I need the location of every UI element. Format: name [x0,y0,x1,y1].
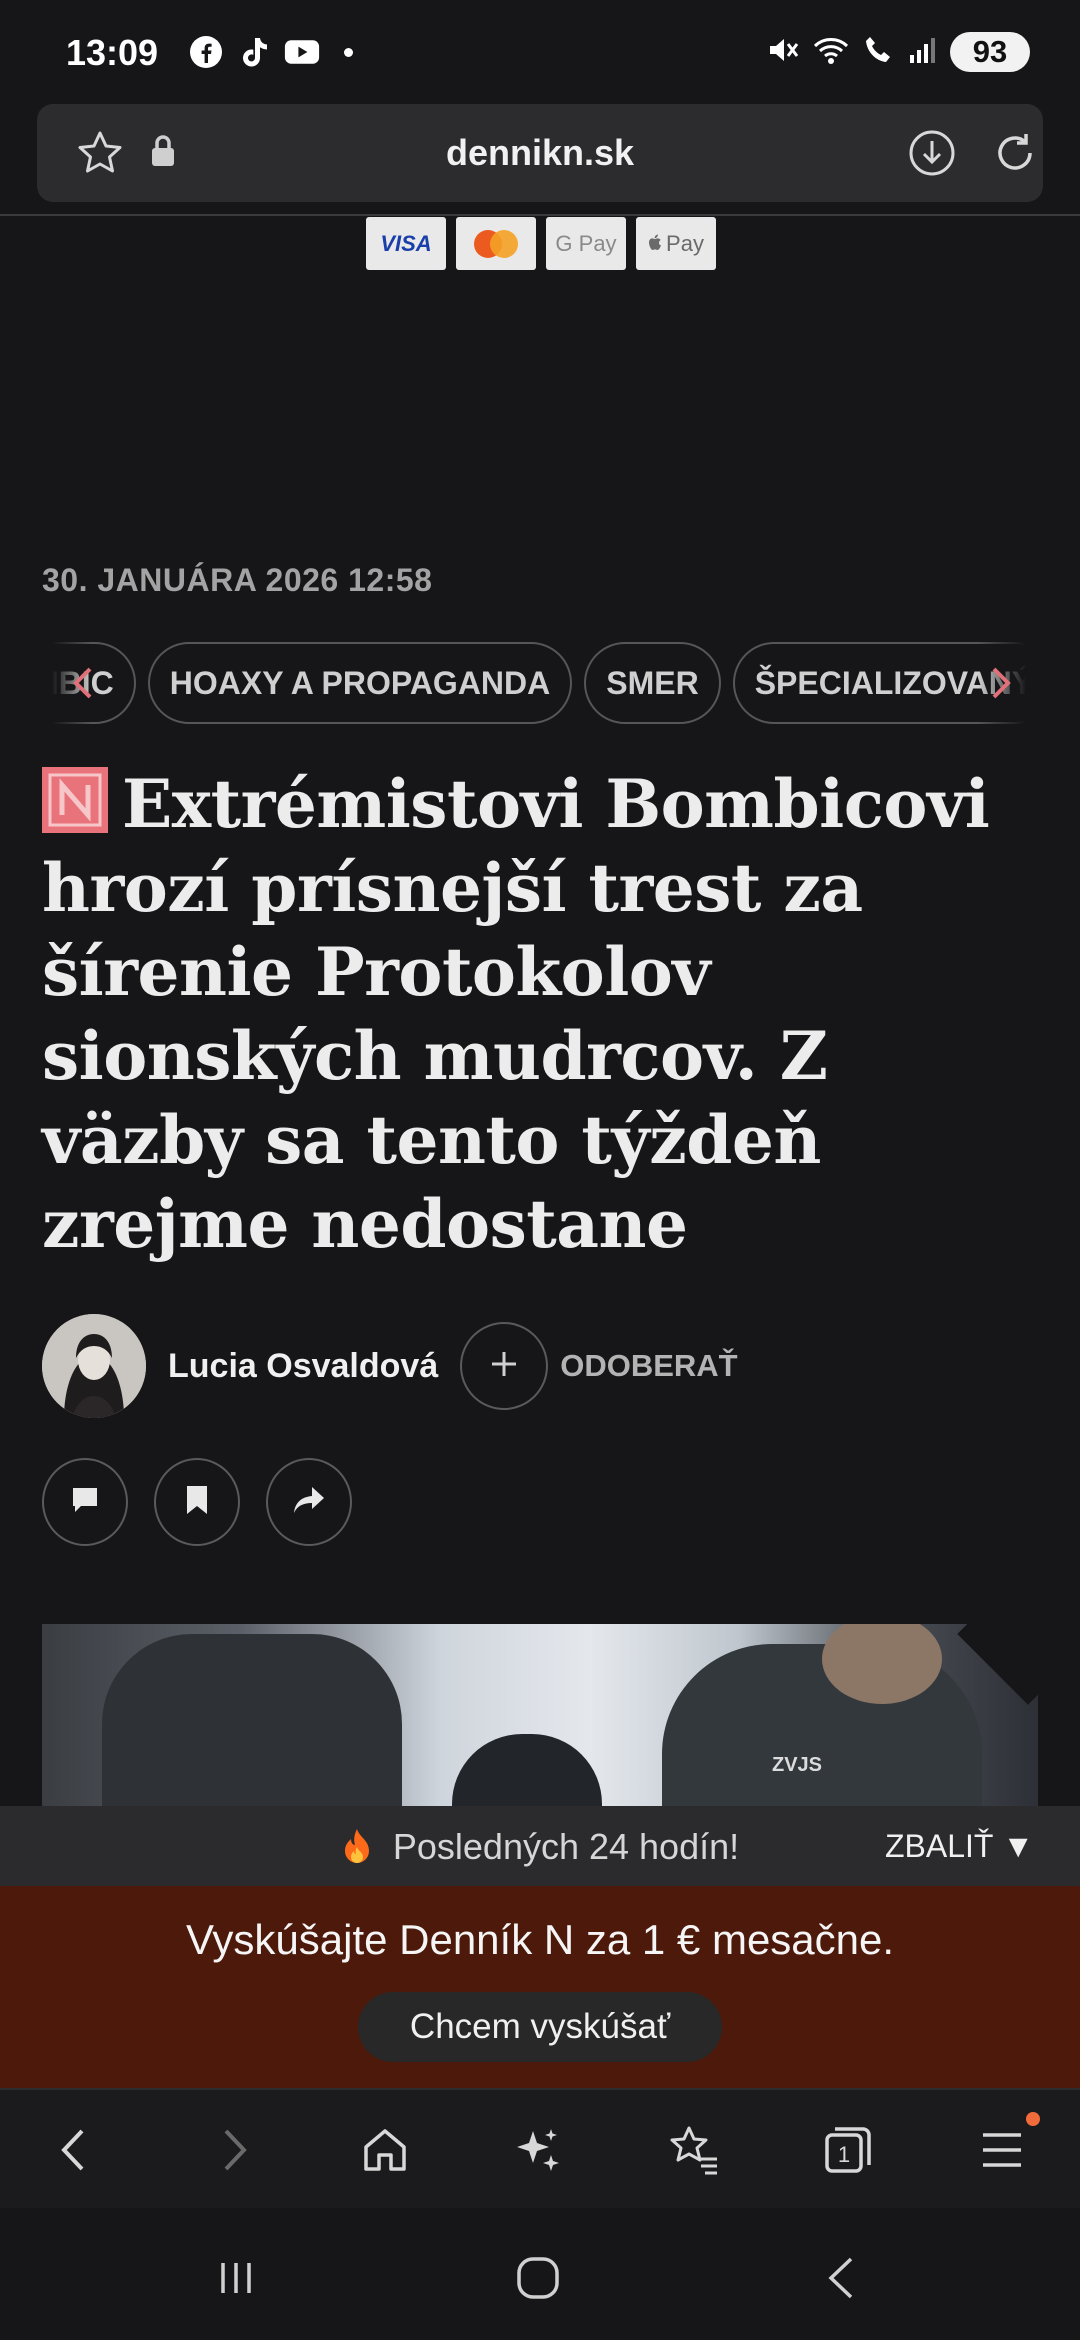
reload-icon[interactable] [990,128,1040,183]
follow-button[interactable] [460,1322,549,1410]
signal-icon [908,35,938,70]
fire-icon [341,1826,383,1867]
share-icon [292,1485,326,1520]
sparkle-ai-icon[interactable] [508,2120,568,2180]
system-navigation-bar [0,2208,1080,2340]
favorites-icon[interactable] [664,2120,724,2180]
mastercard-logo [456,217,536,270]
last-24-hours-banner[interactable]: Posledných 24 hodín! ZBALIŤ ▼ [0,1806,1080,1886]
apple-pay-logo: Pay [636,217,716,270]
status-app-icons [188,34,353,70]
article-date: 30. JANUÁRA 2026 12:58 [42,562,433,598]
home-button-icon[interactable] [508,2248,568,2308]
tag-carousel[interactable]: BOMBIC HOAXY A PROPAGANDA SMER ŠPECIALIZ… [42,642,1038,726]
browser-toolbar: 1 [0,2088,1080,2208]
last-24-hours-label: Posledných 24 hodín! [392,1826,740,1867]
notification-dot-icon [344,47,353,57]
tags-next-chevron-icon[interactable] [978,660,1024,706]
tag-list: BOMBIC HOAXY A PROPAGANDA SMER ŠPECIALIZ… [42,642,1038,724]
dennikn-logo-icon [42,767,108,833]
menu-notification-dot [1026,2112,1040,2126]
save-article-button[interactable] [154,1458,240,1546]
url-domain[interactable]: dennikn.sk [37,132,1043,174]
google-pay-logo: G Pay [546,217,626,270]
tag-chip[interactable]: SMER [584,642,721,724]
tab-count: 1 [838,2142,850,2167]
promo-cta-button[interactable]: Chcem vyskúšať [358,1992,722,2062]
status-bar: 13:09 93 [0,0,1080,104]
status-time: 13:09 [66,32,159,73]
battery-indicator: 93 [950,32,1030,72]
comment-icon [69,1484,101,1521]
status-indicators: 93 [766,32,1030,72]
author-avatar[interactable] [42,1314,146,1418]
comments-button[interactable] [42,1458,128,1546]
author-row: Lucia Osvaldová ODOBERAŤ [42,1314,738,1418]
tiktok-icon [236,34,272,70]
forward-icon[interactable] [204,2120,264,2180]
follow-label[interactable]: ODOBERAŤ [560,1348,737,1384]
apple-pay-label: Pay [666,230,704,256]
article-hero-image[interactable]: ZVJS [42,1624,1038,1806]
photo-figure [452,1734,602,1806]
headline-text: Extrémistovi Bombicovi hrozí prísnejší t… [42,765,990,1263]
promo-title: Vyskúšajte Denník N za 1 € mesačne. [185,1916,895,1963]
system-back-icon[interactable] [812,2248,872,2308]
youtube-icon [284,34,320,70]
article-headline: Extrémistovi Bombicovi hrozí prísnejší t… [42,762,1042,1266]
visa-logo: VISA [366,217,446,270]
recent-apps-icon[interactable] [206,2248,266,2308]
address-bar-divider [0,214,1080,216]
address-bar[interactable]: dennikn.sk [37,104,1043,202]
plus-icon [489,1349,519,1384]
battery-level: 93 [972,34,1008,69]
collapse-button[interactable]: ZBALIŤ ▼ [885,1828,1034,1865]
back-icon[interactable] [44,2120,104,2180]
tabs-icon[interactable]: 1 [818,2120,878,2180]
menu-icon[interactable] [972,2120,1032,2180]
wifi-icon [812,33,850,72]
home-icon[interactable] [355,2120,415,2180]
share-button[interactable] [266,1458,352,1546]
apple-icon [648,231,662,257]
wifi-calling-icon [862,33,896,72]
payment-methods: VISA G Pay Pay [366,217,716,270]
mute-icon [766,33,800,72]
tag-chip[interactable]: HOAXY A PROPAGANDA [147,642,573,724]
photo-corner-fold [957,1624,1038,1705]
photo-uniform-badge: ZVJS [772,1754,823,1776]
facebook-icon [188,34,224,70]
download-icon[interactable] [907,128,957,183]
article-actions [42,1458,352,1546]
author-name[interactable]: Lucia Osvaldová [168,1347,438,1386]
subscription-promo: Vyskúšajte Denník N za 1 € mesačne. Chce… [0,1886,1080,2088]
bookmark-icon [183,1484,211,1521]
tags-prev-chevron-icon[interactable] [60,660,106,706]
photo-figure [102,1634,402,1806]
